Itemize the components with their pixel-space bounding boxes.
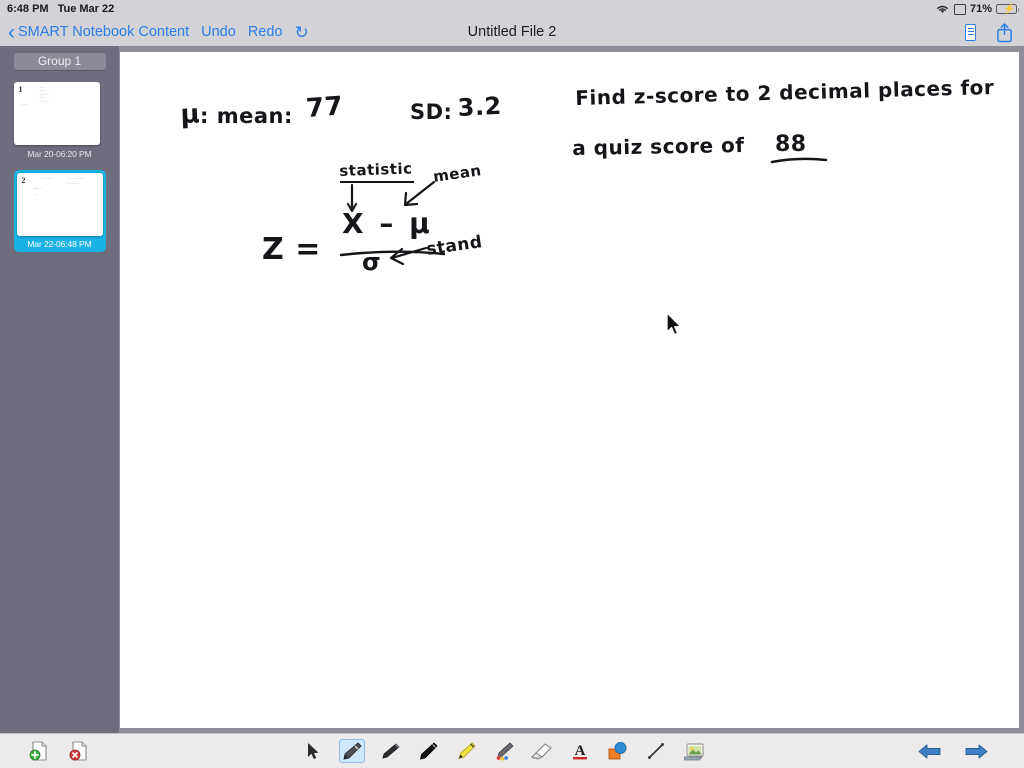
ink-mean-label: : mean: (200, 104, 293, 128)
redo-button[interactable]: Redo (248, 24, 283, 40)
thumbnail-label: Mar 22-06:48 PM (27, 239, 92, 249)
calligraphy-pen[interactable] (377, 739, 403, 763)
svg-text:A: A (574, 743, 585, 759)
back-button[interactable]: SMART Notebook Content (18, 24, 189, 40)
thumbnail-preview: 1 —— —— ——— —— ——— —— (13, 82, 100, 145)
ios-status-bar: 6:48 PM Tue Mar 22 71% ⚡ (0, 0, 1024, 18)
page-thumbnail-1[interactable]: 1 —— —— ——— —— ——— —— Mar 20-06:20 PM (13, 82, 106, 159)
line-icon (647, 743, 664, 759)
text-a-icon: A (572, 743, 587, 760)
pen-icon (342, 742, 362, 760)
group-button[interactable]: Group 1 (13, 53, 106, 70)
nav-right-group (965, 22, 1024, 43)
thumbnail-number: 1 (18, 85, 23, 94)
notebook-page[interactable]: μ : mean: 77 SD: 3.2 Find z-score to 2 d… (120, 52, 1019, 728)
highlighter[interactable] (453, 739, 479, 763)
refresh-icon[interactable]: ↻ (294, 24, 308, 41)
marker-pen[interactable] (415, 739, 441, 763)
app-nav-bar: ‹ SMART Notebook Content Undo Redo ↻ Unt… (0, 18, 1024, 46)
arrow-right-icon[interactable] (963, 742, 989, 761)
status-date: Tue Mar 22 (57, 3, 115, 15)
creative-pen[interactable] (491, 739, 517, 763)
gallery-tool[interactable] (681, 739, 707, 763)
page-navigation-group (917, 742, 1024, 761)
shapes-icon (608, 742, 627, 760)
share-icon[interactable] (996, 22, 1013, 43)
arrow-left-icon[interactable] (917, 742, 943, 761)
ink-question-line1: Find z-score to 2 decimal places for (575, 75, 995, 110)
ink-question-line2: a quiz score of (572, 132, 745, 160)
gallery-image-icon (683, 743, 703, 761)
back-chevron-icon[interactable]: ‹ (8, 22, 15, 43)
creative-pen-icon (496, 742, 514, 761)
ink-mu-symbol: μ (180, 99, 201, 130)
delete-page-button[interactable] (68, 740, 90, 762)
add-page-button[interactable] (28, 740, 50, 762)
ink-question-value: 88 (775, 132, 807, 157)
ink-sd-label: SD: (410, 100, 453, 124)
select-tool[interactable] (301, 739, 327, 763)
pen-tool[interactable] (338, 739, 365, 763)
highlighter-icon (457, 742, 476, 760)
cursor-icon (308, 742, 319, 759)
thumbnail-preview: 2 —— —— —————— ———— —⁄— — (16, 173, 103, 236)
nav-left-group: ‹ SMART Notebook Content Undo Redo ↻ (0, 22, 309, 43)
page-thumbnail-2[interactable]: 2 —— —— —————— ———— —⁄— — Mar 22-06:48 P… (13, 170, 106, 252)
ink-annotation-statistic: statistic (339, 159, 413, 180)
shapes-tool[interactable] (605, 739, 631, 763)
app-root: 6:48 PM Tue Mar 22 71% ⚡ ‹ SMART Noteboo… (0, 0, 1024, 768)
ink-fraction-bar (339, 250, 446, 257)
text-tool[interactable]: A (567, 739, 593, 763)
thumbnail-label: Mar 20-06:20 PM (27, 149, 92, 159)
device-icon[interactable] (965, 23, 976, 41)
undo-button[interactable]: Undo (201, 24, 236, 40)
ink-underline-88 (770, 157, 828, 164)
ink-formula-denominator: σ (362, 248, 382, 276)
eraser-icon (531, 743, 552, 760)
ink-sd-value: 3.2 (457, 91, 503, 122)
calligraphy-pen-icon (381, 743, 400, 759)
ink-formula-z: Z = (262, 232, 321, 267)
page-actions-group (0, 740, 90, 762)
mouse-pointer-icon (666, 312, 682, 336)
thumbnail-number: 2 (21, 176, 26, 185)
status-time: 6:48 PM (7, 3, 49, 15)
status-bar-right: 71% ⚡ (935, 3, 1024, 15)
status-bar-left: 6:48 PM Tue Mar 22 (0, 3, 114, 15)
wifi-icon (936, 5, 948, 14)
eraser-tool[interactable] (529, 739, 555, 763)
page-sidebar: Group 1 1 —— —— ——— —— ——— —— Mar 20-06:20 P… (0, 46, 119, 768)
battery-percent: 71% (969, 3, 992, 15)
display-icon (953, 3, 966, 15)
ink-mean-value: 77 (305, 91, 345, 124)
bottom-toolbar: A (0, 733, 1024, 768)
drawing-tools-group: A (301, 739, 707, 763)
battery-charging-icon: ⚡ (996, 4, 1019, 15)
line-tool[interactable] (643, 739, 669, 763)
marker-pen-icon (419, 742, 438, 760)
canvas-area[interactable]: μ : mean: 77 SD: 3.2 Find z-score to 2 d… (119, 46, 1024, 733)
ink-formula-numerator: X – μ (342, 207, 433, 240)
